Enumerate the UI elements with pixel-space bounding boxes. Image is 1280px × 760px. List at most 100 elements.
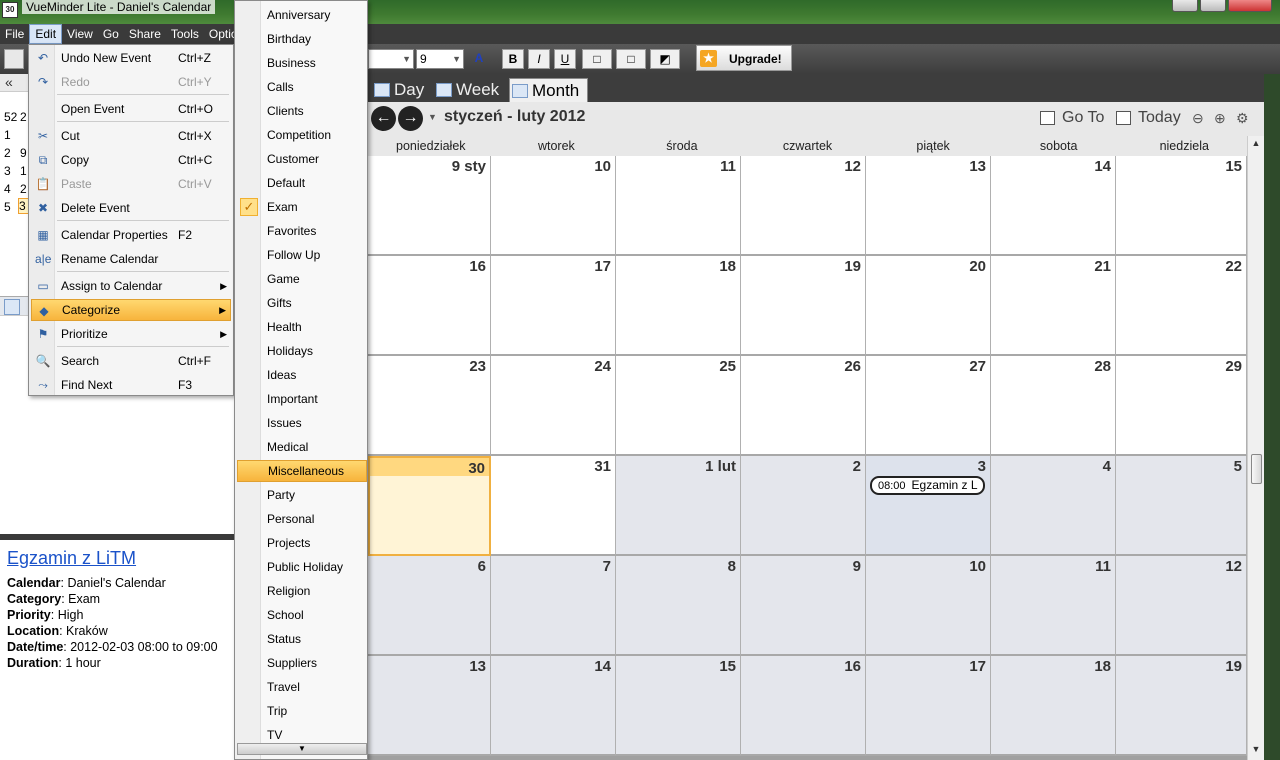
day-cell[interactable]: 13 — [368, 656, 491, 756]
category-item-medical[interactable]: Medical — [237, 436, 367, 458]
menu-item-copy[interactable]: ⧉ Copy Ctrl+C — [31, 149, 231, 171]
scroll-thumb[interactable] — [1251, 454, 1262, 484]
chevron-down-icon[interactable]: ▼ — [428, 112, 437, 122]
calendar-icon[interactable] — [4, 299, 20, 315]
day-cell[interactable]: 22 — [1116, 256, 1247, 356]
day-cell[interactable]: 15 — [1116, 156, 1247, 256]
menu-item-find-next[interactable]: ⤳ Find Next F3 — [31, 374, 231, 396]
previous-arrow-icon[interactable]: ← — [371, 106, 396, 131]
close-button[interactable] — [1228, 0, 1272, 12]
category-item-projects[interactable]: Projects — [237, 532, 367, 554]
category-item-personal[interactable]: Personal — [237, 508, 367, 530]
menu-share[interactable]: Share — [124, 24, 166, 44]
menu-item-paste[interactable]: 📋 Paste Ctrl+V — [31, 173, 231, 195]
box-icon[interactable]: □ — [616, 49, 646, 69]
category-item-trip[interactable]: Trip — [237, 700, 367, 722]
upgrade-button[interactable]: ★ Upgrade! — [696, 45, 792, 71]
menu-item-open-event[interactable]: Open Event Ctrl+O — [31, 98, 231, 120]
today-button[interactable]: Today — [1116, 109, 1181, 127]
day-cell[interactable]: 6 — [368, 556, 491, 656]
menu-item-search[interactable]: 🔍 Search Ctrl+F — [31, 350, 231, 372]
scroll-down-icon[interactable]: ▼ — [1248, 744, 1264, 758]
category-item-miscellaneous[interactable]: Miscellaneous — [237, 460, 367, 482]
border-icon[interactable]: □ — [582, 49, 612, 69]
menu-item-undo-new-event[interactable]: ↶ Undo New Event Ctrl+Z — [31, 47, 231, 69]
calendar-scrollbar[interactable]: ▲ ▼ — [1247, 136, 1264, 760]
zoom-in-icon[interactable]: ⊕ — [1214, 110, 1226, 127]
category-item-suppliers[interactable]: Suppliers — [237, 652, 367, 674]
calendar-event[interactable]: 08:00 Egzamin z L — [870, 476, 985, 495]
day-cell[interactable]: 23 — [368, 356, 491, 456]
category-item-holidays[interactable]: Holidays — [237, 340, 367, 362]
day-cell[interactable]: 28 — [991, 356, 1116, 456]
day-cell[interactable]: 12 — [1116, 556, 1247, 656]
category-item-status[interactable]: Status — [237, 628, 367, 650]
zoom-out-icon[interactable]: ⊖ — [1192, 110, 1204, 127]
day-cell[interactable]: 5 — [1116, 456, 1247, 556]
category-item-calls[interactable]: Calls — [237, 76, 367, 98]
category-item-public-holiday[interactable]: Public Holiday — [237, 556, 367, 578]
category-item-clients[interactable]: Clients — [237, 100, 367, 122]
category-item-gifts[interactable]: Gifts — [237, 292, 367, 314]
day-cell[interactable]: 17 — [491, 256, 616, 356]
category-item-default[interactable]: Default — [237, 172, 367, 194]
category-item-issues[interactable]: Issues — [237, 412, 367, 434]
day-cell[interactable]: 19 — [1116, 656, 1247, 756]
day-cell[interactable]: 18 — [616, 256, 741, 356]
font-family-select[interactable]: ▼ — [368, 49, 414, 69]
day-cell[interactable]: 18 — [991, 656, 1116, 756]
day-cell[interactable]: 3 08:00 Egzamin z L — [866, 456, 991, 556]
category-item-religion[interactable]: Religion — [237, 580, 367, 602]
day-cell[interactable]: 7 — [491, 556, 616, 656]
day-cell[interactable]: 14 — [491, 656, 616, 756]
category-item-favorites[interactable]: Favorites — [237, 220, 367, 242]
day-cell[interactable]: 13 — [866, 156, 991, 256]
day-cell[interactable]: 16 — [368, 256, 491, 356]
menu-view[interactable]: View — [62, 24, 98, 44]
day-cell[interactable]: 11 — [616, 156, 741, 256]
underline-icon[interactable]: U — [554, 49, 576, 69]
menu-item-redo[interactable]: ↷ Redo Ctrl+Y — [31, 71, 231, 93]
event-title-link[interactable]: Egzamin z LiTM — [7, 548, 227, 569]
day-cell[interactable]: 31 — [491, 456, 616, 556]
category-item-competition[interactable]: Competition — [237, 124, 367, 146]
menu-item-calendar-properties[interactable]: ▦ Calendar Properties F2 — [31, 224, 231, 246]
italic-icon[interactable]: I — [528, 49, 550, 69]
day-cell[interactable]: 27 — [866, 356, 991, 456]
category-item-anniversary[interactable]: Anniversary — [237, 4, 367, 26]
day-cell[interactable]: 25 — [616, 356, 741, 456]
day-cell[interactable]: 19 — [741, 256, 866, 356]
category-item-game[interactable]: Game — [237, 268, 367, 290]
menu-item-delete-event[interactable]: ✖ Delete Event — [31, 197, 231, 219]
tab-week[interactable]: Week — [434, 78, 499, 102]
category-item-travel[interactable]: Travel — [237, 676, 367, 698]
tab-month[interactable]: Month — [509, 78, 589, 102]
category-item-ideas[interactable]: Ideas — [237, 364, 367, 386]
menu-item-prioritize[interactable]: ⚑ Prioritize ▶ — [31, 323, 231, 345]
goto-button[interactable]: Go To — [1040, 109, 1104, 127]
category-item-health[interactable]: Health — [237, 316, 367, 338]
category-item-party[interactable]: Party — [237, 484, 367, 506]
day-cell[interactable]: 30 — [368, 456, 491, 556]
category-item-important[interactable]: Important — [237, 388, 367, 410]
day-cell[interactable]: 9 — [741, 556, 866, 656]
mini-day[interactable]: 2 — [20, 182, 27, 196]
day-cell[interactable]: 1 lut — [616, 456, 741, 556]
day-cell[interactable]: 2 — [741, 456, 866, 556]
font-color-icon[interactable]: A — [468, 49, 490, 69]
minimize-button[interactable] — [1172, 0, 1198, 12]
new-event-button[interactable] — [4, 49, 24, 69]
day-cell[interactable]: 24 — [491, 356, 616, 456]
day-cell[interactable]: 10 — [866, 556, 991, 656]
category-item-exam[interactable]: ✓ Exam — [237, 196, 367, 218]
day-cell[interactable]: 17 — [866, 656, 991, 756]
category-item-customer[interactable]: Customer — [237, 148, 367, 170]
menu-tools[interactable]: Tools — [166, 24, 204, 44]
day-cell[interactable]: 16 — [741, 656, 866, 756]
font-size-select[interactable]: 9 ▼ — [416, 49, 464, 69]
day-cell[interactable]: 26 — [741, 356, 866, 456]
day-cell[interactable]: 20 — [866, 256, 991, 356]
day-cell[interactable]: 9 sty — [368, 156, 491, 256]
maximize-button[interactable] — [1200, 0, 1226, 12]
day-cell[interactable]: 21 — [991, 256, 1116, 356]
